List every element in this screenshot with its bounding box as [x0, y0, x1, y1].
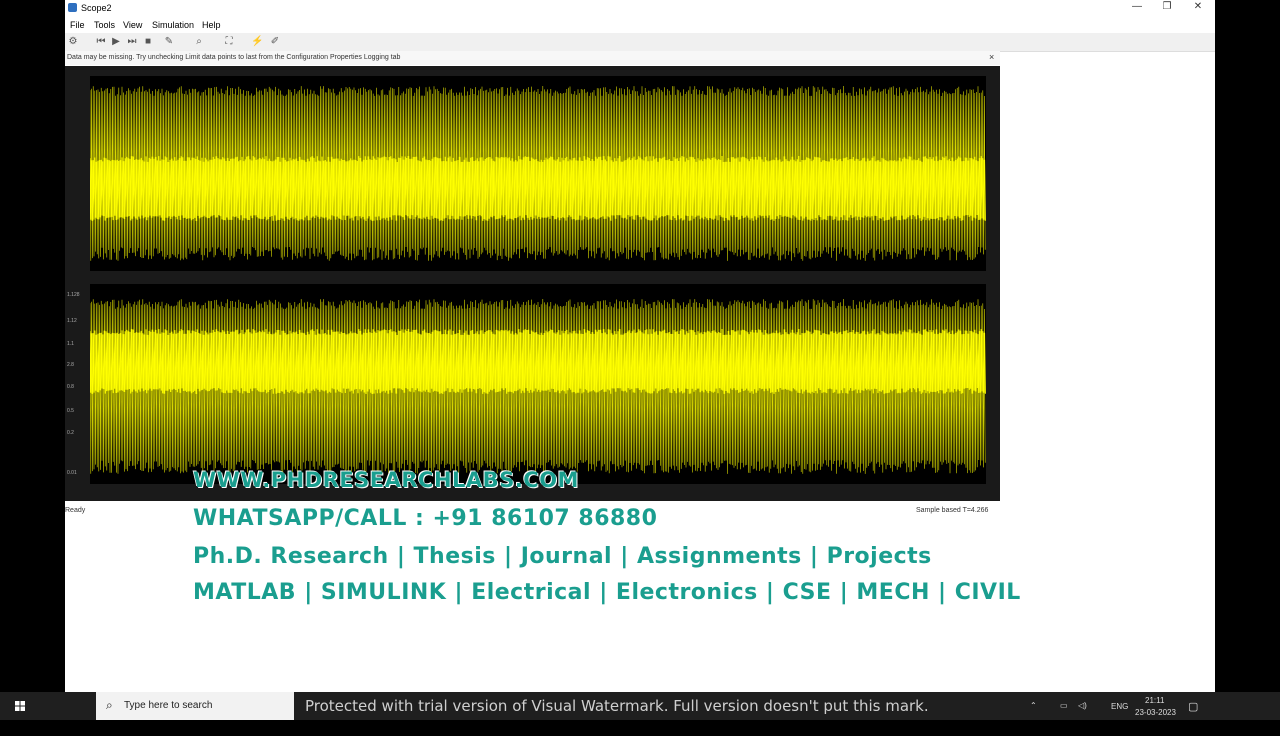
trial-notice: Protected with trial version of Visual W… — [305, 697, 929, 715]
windows-start-button[interactable] — [0, 692, 40, 720]
axes-bottom — [90, 284, 986, 484]
settings-icon[interactable]: ⚙ — [67, 36, 79, 48]
y-tick: 0.2 — [67, 430, 74, 436]
info-bar: Data may be missing. Try unchecking Limi… — [65, 51, 1000, 65]
y-tick: 0.01 — [67, 470, 77, 476]
step-back-icon[interactable]: ⏮ — [95, 36, 107, 48]
scope-display: 1.128 1.12 1.1 2.8 0.8 0.5 0.2 0.01 — [65, 66, 1000, 501]
search-icon: ⌕ — [106, 698, 113, 712]
search-placeholder: Type here to search — [124, 700, 213, 711]
waveform-top — [90, 85, 986, 261]
watermark-site: WWW.PHDRESEARCHLABS.COM — [193, 468, 579, 492]
info-message: Data may be missing. Try unchecking Limi… — [67, 54, 401, 61]
measurements-icon[interactable]: ✐ — [269, 36, 281, 48]
run-icon[interactable]: ▶ — [110, 36, 122, 48]
autoscale-icon[interactable]: ⛶ — [223, 36, 235, 48]
waveform-bottom — [90, 298, 986, 474]
window-title: Scope2 — [81, 3, 112, 13]
y-tick: 2.8 — [67, 362, 74, 368]
matlab-app-icon — [68, 3, 77, 12]
watermark-services: Ph.D. Research | Thesis | Journal | Assi… — [193, 544, 932, 569]
menu-simulation[interactable]: Simulation — [152, 20, 194, 30]
watermark-subjects: MATLAB | SIMULINK | Electrical | Electro… — [193, 580, 1021, 605]
restore-button[interactable]: ❐ — [1152, 0, 1182, 16]
y-tick: 0.8 — [67, 384, 74, 390]
taskbar-search[interactable]: ⌕ Type here to search — [96, 692, 294, 720]
scope-window: Scope2 — ❐ ✕ File Tools View Simulation … — [65, 0, 1215, 692]
title-bar: Scope2 — ❐ ✕ — [65, 0, 1215, 16]
status-sample-time: Sample based T=4.266 — [916, 507, 989, 514]
menu-view[interactable]: View — [123, 20, 142, 30]
menu-tools[interactable]: Tools — [94, 20, 115, 30]
close-button[interactable]: ✕ — [1183, 0, 1213, 16]
y-tick: 1.12 — [67, 318, 77, 324]
y-tick: 0.5 — [67, 408, 74, 414]
menu-help[interactable]: Help — [202, 20, 221, 30]
windows-logo-icon — [15, 701, 25, 711]
status-ready: Ready — [65, 507, 86, 514]
close-info-icon[interactable]: × — [989, 52, 994, 62]
clock-date[interactable]: 23-03-2023 — [1135, 708, 1176, 736]
axes-top — [90, 76, 986, 271]
highlight-icon[interactable]: ✎ — [163, 36, 175, 48]
stop-icon[interactable]: ■ — [142, 36, 154, 48]
network-icon[interactable]: ▭ — [1060, 701, 1068, 729]
step-forward-icon[interactable]: ⏭ — [126, 36, 138, 48]
minimize-button[interactable]: — — [1122, 0, 1152, 16]
taskbar: ⌕ Type here to search Protected with tri… — [0, 692, 1280, 720]
menu-file[interactable]: File — [70, 20, 85, 30]
triggers-icon[interactable]: ⚡ — [251, 36, 263, 48]
notifications-icon[interactable]: ▢ — [1188, 700, 1198, 728]
volume-icon[interactable]: ◁) — [1078, 701, 1087, 729]
toolbar: ⚙ ⏮ ▶ ⏭ ■ ✎ ⌕ ⛶ ⚡ ✐ — [65, 33, 1215, 52]
y-tick: 1.128 — [67, 292, 80, 298]
tray-chevron-icon[interactable]: ⌃ — [1030, 701, 1037, 729]
y-tick: 1.1 — [67, 341, 74, 347]
zoom-icon[interactable]: ⌕ — [193, 36, 205, 48]
watermark-phone: WHATSAPP/CALL : +91 86107 86880 — [193, 506, 658, 531]
language-indicator[interactable]: ENG — [1111, 702, 1128, 730]
